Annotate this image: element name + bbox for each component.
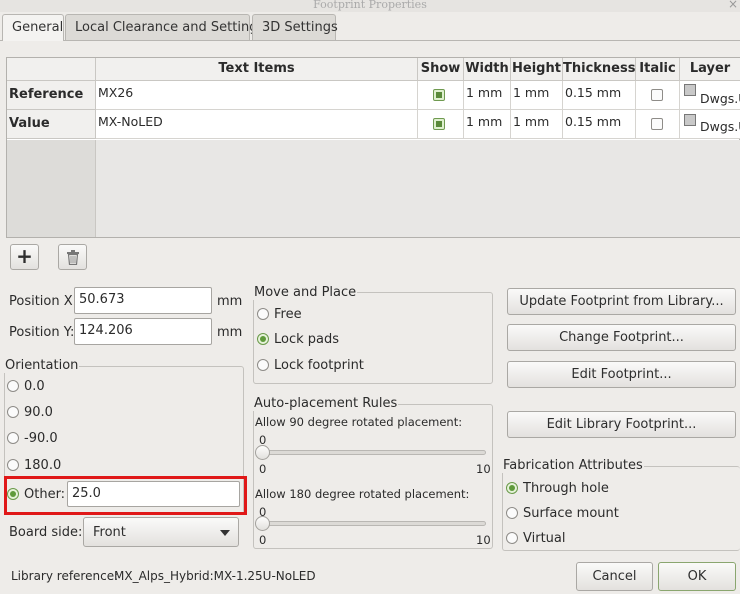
value-text-cell[interactable]: MX-NoLED bbox=[96, 110, 418, 139]
move-lock-pads-label[interactable]: Lock pads bbox=[274, 332, 339, 347]
window-title: Footprint Properties bbox=[313, 0, 427, 11]
col-header-text-items[interactable]: Text Items bbox=[96, 58, 418, 81]
fab-surface-mount-radio[interactable] bbox=[506, 507, 518, 519]
rot180-slider-track[interactable] bbox=[262, 521, 486, 526]
fab-virtual-label[interactable]: Virtual bbox=[523, 531, 565, 546]
ok-button[interactable]: OK bbox=[658, 562, 736, 591]
grid-corner bbox=[7, 58, 96, 81]
edit-library-footprint-button[interactable]: Edit Library Footprint... bbox=[507, 411, 736, 438]
position-x-unit: mm bbox=[217, 294, 243, 309]
rot90-label: Allow 90 degree rotated placement: bbox=[255, 415, 463, 429]
col-header-thickness[interactable]: Thickness bbox=[563, 58, 636, 81]
position-y-unit: mm bbox=[217, 325, 243, 340]
trash-icon bbox=[66, 250, 79, 266]
row-header-reference[interactable]: Reference bbox=[7, 81, 96, 110]
orientation-neg90-radio[interactable] bbox=[7, 432, 19, 444]
reference-text-cell[interactable]: MX26 bbox=[96, 81, 418, 110]
orientation-180-radio[interactable] bbox=[7, 459, 19, 471]
rot180-label: Allow 180 degree rotated placement: bbox=[255, 487, 470, 501]
board-side-select[interactable]: Front bbox=[83, 517, 239, 547]
add-text-item-button[interactable]: + bbox=[10, 244, 39, 270]
reference-thickness-cell[interactable]: 0.15 mm bbox=[563, 81, 636, 110]
position-x-label: Position X: bbox=[9, 294, 78, 309]
grid-empty-area bbox=[7, 140, 740, 237]
tab-general[interactable]: General bbox=[2, 14, 64, 41]
board-side-label: Board side: bbox=[9, 525, 83, 540]
rot90-max: 10 bbox=[476, 462, 491, 476]
reference-show-checkbox[interactable] bbox=[433, 89, 445, 101]
reference-height-cell[interactable]: 1 mm bbox=[511, 81, 563, 110]
rot90-min: 0 bbox=[259, 462, 267, 476]
library-reference-label: Library reference: bbox=[11, 569, 119, 583]
orientation-180-label[interactable]: 180.0 bbox=[24, 458, 61, 473]
col-header-show[interactable]: Show bbox=[418, 58, 464, 81]
orientation-neg90-label[interactable]: -90.0 bbox=[24, 431, 58, 446]
value-show-checkbox[interactable] bbox=[433, 118, 445, 130]
col-header-layer[interactable]: Layer bbox=[680, 58, 740, 81]
rot180-max: 10 bbox=[476, 533, 491, 547]
change-footprint-button[interactable]: Change Footprint... bbox=[507, 324, 736, 351]
edit-footprint-button[interactable]: Edit Footprint... bbox=[507, 361, 736, 388]
position-y-input[interactable]: 124.206 bbox=[74, 318, 212, 345]
reference-layer-label: Dwgs.U bbox=[700, 91, 740, 106]
rot90-slider-track[interactable] bbox=[262, 450, 486, 455]
library-reference-value: MX_Alps_Hybrid:MX-1.25U-NoLED bbox=[114, 569, 316, 583]
orientation-0-radio[interactable] bbox=[7, 380, 19, 392]
board-side-value: Front bbox=[93, 525, 126, 540]
reference-italic-checkbox[interactable] bbox=[651, 89, 663, 101]
move-lock-footprint-radio[interactable] bbox=[257, 359, 269, 371]
position-y-label: Position Y: bbox=[9, 325, 75, 340]
rot180-min: 0 bbox=[259, 533, 267, 547]
value-width-cell[interactable]: 1 mm bbox=[464, 110, 511, 139]
reference-width-cell[interactable]: 1 mm bbox=[464, 81, 511, 110]
col-header-width[interactable]: Width bbox=[464, 58, 511, 81]
move-lock-footprint-label[interactable]: Lock footprint bbox=[274, 358, 364, 373]
value-height-cell[interactable]: 1 mm bbox=[511, 110, 563, 139]
move-free-radio[interactable] bbox=[257, 308, 269, 320]
col-header-italic[interactable]: Italic bbox=[636, 58, 680, 81]
delete-text-item-button[interactable] bbox=[58, 244, 87, 270]
value-italic-checkbox[interactable] bbox=[651, 118, 663, 130]
grid-row-label-column bbox=[7, 140, 96, 237]
fab-through-hole-radio[interactable] bbox=[506, 482, 518, 494]
fab-through-hole-label[interactable]: Through hole bbox=[523, 481, 609, 496]
tab-3d-settings[interactable]: 3D Settings bbox=[252, 14, 338, 40]
chevron-down-icon bbox=[220, 530, 230, 536]
value-layer-label: Dwgs.U bbox=[700, 119, 740, 134]
layer-color-swatch bbox=[684, 84, 696, 96]
orientation-90-label[interactable]: 90.0 bbox=[24, 405, 53, 420]
fab-virtual-radio[interactable] bbox=[506, 532, 518, 544]
update-footprint-button[interactable]: Update Footprint from Library... bbox=[507, 288, 736, 315]
orientation-90-radio[interactable] bbox=[7, 406, 19, 418]
move-place-label: Move and Place bbox=[253, 285, 358, 300]
tab-local-clearance[interactable]: Local Clearance and Settings bbox=[65, 14, 264, 40]
rot180-slider-handle[interactable] bbox=[255, 516, 270, 531]
orientation-0-label[interactable]: 0.0 bbox=[24, 379, 45, 394]
row-header-value[interactable]: Value bbox=[7, 110, 96, 139]
highlight-box bbox=[4, 476, 247, 515]
position-x-input[interactable]: 50.673 bbox=[74, 287, 212, 314]
move-lock-pads-radio[interactable] bbox=[257, 333, 269, 345]
col-header-height[interactable]: Height bbox=[511, 58, 563, 81]
fab-surface-mount-label[interactable]: Surface mount bbox=[523, 506, 619, 521]
autoplacement-label: Auto-placement Rules bbox=[253, 396, 399, 411]
move-free-label[interactable]: Free bbox=[274, 307, 302, 322]
fabrication-label: Fabrication Attributes bbox=[502, 458, 644, 473]
value-thickness-cell[interactable]: 0.15 mm bbox=[563, 110, 636, 139]
close-icon[interactable]: × bbox=[728, 0, 738, 11]
rot90-slider-handle[interactable] bbox=[255, 445, 270, 460]
layer-color-swatch bbox=[684, 114, 696, 126]
cancel-button[interactable]: Cancel bbox=[576, 562, 653, 591]
orientation-label: Orientation bbox=[4, 358, 80, 373]
